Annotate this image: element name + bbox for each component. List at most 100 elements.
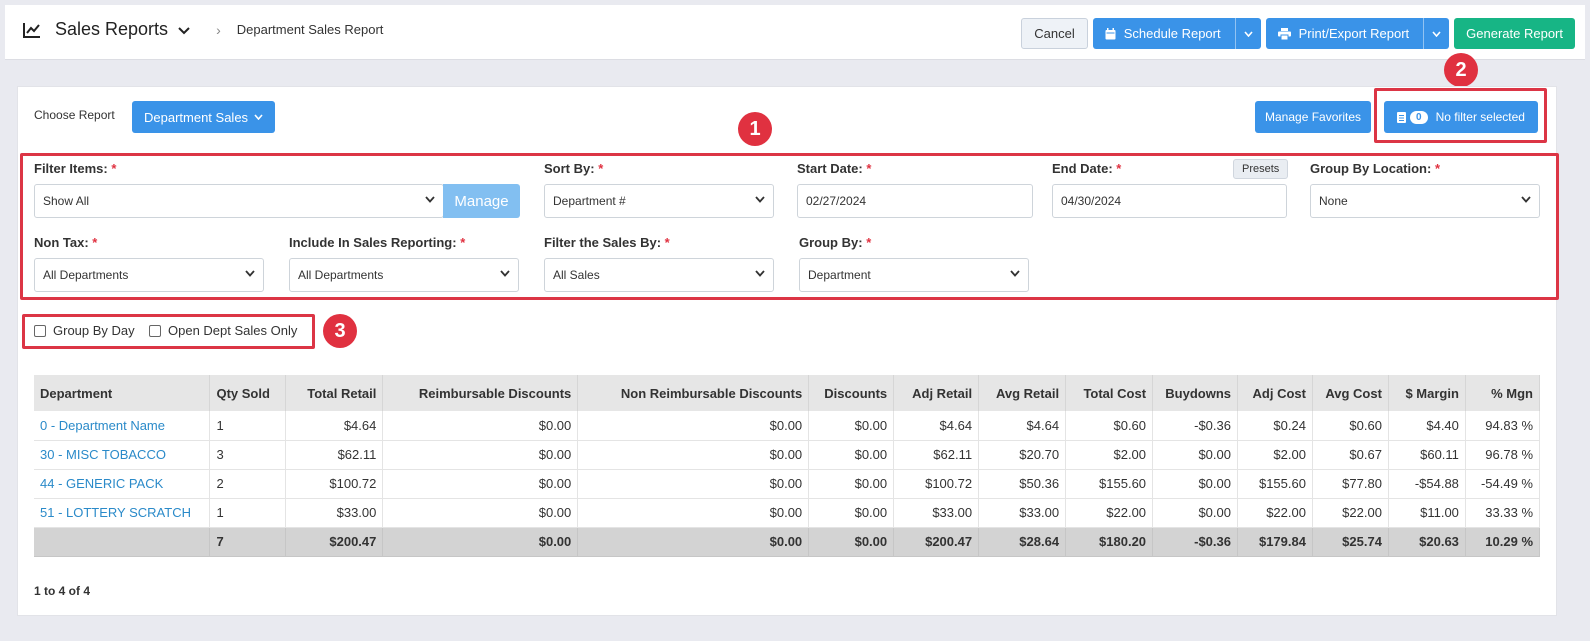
presets-button[interactable]: Presets	[1233, 159, 1289, 179]
chevron-down-icon[interactable]	[178, 24, 190, 36]
department-link[interactable]: 30 - MISC TOBACCO	[34, 440, 211, 470]
department-link[interactable]: 51 - LOTTERY SCRATCH	[34, 498, 211, 528]
chevron-down-icon	[755, 270, 765, 277]
column-header[interactable]: Non Reimbursable Discounts	[577, 375, 810, 411]
table-cell: $4.40	[1388, 411, 1466, 441]
generate-report-button[interactable]: Generate Report	[1454, 18, 1575, 49]
table-cell: $2.00	[1237, 440, 1313, 470]
schedule-report-dropdown[interactable]	[1234, 18, 1261, 49]
table-cell: -$0.36	[1152, 411, 1238, 441]
table-cell: $22.00	[1237, 498, 1313, 528]
column-header[interactable]: Total Retail	[285, 375, 384, 411]
group-by-day-checkbox[interactable]	[34, 324, 46, 337]
sort-by-select[interactable]: Department #	[544, 184, 774, 218]
column-header[interactable]: Buydowns	[1152, 375, 1238, 411]
table-cell: $0.00	[1152, 498, 1238, 528]
print-export-button[interactable]: Print/Export Report	[1265, 18, 1424, 49]
chevron-down-icon	[500, 270, 510, 277]
schedule-report-button[interactable]: Schedule Report	[1092, 18, 1235, 49]
table-cell: $22.00	[1065, 498, 1154, 528]
page-title: Sales Reports	[55, 19, 169, 39]
table-header-row: Department Qty Sold Total Retail Reimbur…	[34, 375, 1541, 411]
start-date-input[interactable]: 02/27/2024	[797, 184, 1033, 218]
non-tax-select[interactable]: All Departments	[34, 258, 264, 292]
filter-items-select[interactable]: Show All	[34, 184, 444, 218]
total-cell: $28.64	[978, 527, 1067, 557]
column-header[interactable]: Discounts	[808, 375, 895, 411]
choose-report-label: Choose Report	[34, 108, 115, 122]
manage-filter-button[interactable]: Manage	[443, 184, 520, 218]
table-cell: $0.00	[577, 411, 810, 441]
table-cell: $33.00	[285, 498, 384, 528]
totals-row: 7 $200.47 $0.00 $0.00 $0.00 $200.47 $28.…	[34, 527, 1541, 557]
table-row: 0 - Department Name 1 $4.64 $0.00 $0.00 …	[34, 411, 1541, 441]
column-header[interactable]: Department	[34, 375, 211, 411]
column-header[interactable]: Qty Sold	[209, 375, 287, 411]
column-header[interactable]: Total Cost	[1065, 375, 1154, 411]
column-header[interactable]: Avg Retail	[978, 375, 1067, 411]
schedule-report-split: Schedule Report	[1092, 18, 1261, 49]
table-cell: $0.67	[1312, 440, 1389, 470]
total-cell: 7	[209, 527, 287, 557]
filter-sales-by-select[interactable]: All Sales	[544, 258, 774, 292]
chevron-down-icon	[245, 270, 255, 277]
total-cell: $25.74	[1312, 527, 1389, 557]
table-cell: $4.64	[285, 411, 384, 441]
sort-by-label: Sort By: *	[544, 161, 604, 176]
table-cell: 2	[209, 469, 287, 499]
table-cell: $33.00	[978, 498, 1067, 528]
open-dept-only-checkbox[interactable]	[149, 324, 161, 337]
table-cell: $100.72	[285, 469, 384, 499]
column-header[interactable]: Adj Retail	[893, 375, 980, 411]
title-area: Sales Reports › Department Sales Report	[23, 19, 383, 40]
sales-report-table: Department Qty Sold Total Retail Reimbur…	[34, 375, 1541, 557]
filter-selector-label: No filter selected	[1435, 110, 1525, 124]
table-cell: $22.00	[1312, 498, 1389, 528]
column-header[interactable]: Reimbursable Discounts	[382, 375, 579, 411]
report-select-label: Department Sales	[144, 109, 249, 125]
line-chart-icon	[23, 22, 40, 38]
cancel-button[interactable]: Cancel	[1021, 18, 1088, 49]
group-by-label: Group By: *	[799, 235, 872, 250]
total-cell: $179.84	[1237, 527, 1313, 557]
table-cell: 1	[209, 498, 287, 528]
table-cell: 94.83 %	[1465, 411, 1541, 441]
manage-favorites-button[interactable]: Manage Favorites	[1255, 101, 1372, 133]
group-by-location-select[interactable]: None	[1310, 184, 1540, 218]
table-cell: $0.00	[577, 469, 810, 499]
table-cell: -54.49 %	[1465, 469, 1541, 499]
group-by-day-option[interactable]: Group By Day	[34, 323, 135, 338]
open-dept-only-option[interactable]: Open Dept Sales Only	[149, 323, 297, 338]
end-date-input[interactable]: 04/30/2024	[1052, 184, 1287, 218]
report-select-button[interactable]: Department Sales	[132, 101, 276, 133]
department-link[interactable]: 0 - Department Name	[34, 411, 211, 441]
total-cell: $0.00	[577, 527, 810, 557]
table-cell: 96.78 %	[1465, 440, 1541, 470]
column-header[interactable]: Avg Cost	[1312, 375, 1389, 411]
table-cell: $0.60	[1065, 411, 1154, 441]
table-cell: $0.24	[1237, 411, 1313, 441]
department-link[interactable]: 44 - GENERIC PACK	[34, 469, 211, 499]
non-tax-label: Non Tax: *	[34, 235, 98, 250]
chevron-down-icon	[1010, 270, 1020, 277]
chevron-down-icon	[1244, 30, 1253, 37]
column-header[interactable]: Adj Cost	[1237, 375, 1313, 411]
filter-selector-button[interactable]: 0 No filter selected	[1384, 101, 1538, 133]
column-header[interactable]: % Mgn	[1465, 375, 1541, 411]
group-by-location-label: Group By Location: *	[1310, 161, 1441, 176]
filter-sales-by-label: Filter the Sales By: *	[544, 235, 670, 250]
table-cell: $155.60	[1237, 469, 1313, 499]
print-export-split: Print/Export Report	[1265, 18, 1450, 49]
header-actions: Cancel Schedule Report Print/Export Repo…	[1021, 18, 1575, 49]
end-date-label: End Date: *	[1052, 161, 1122, 176]
table-cell: $0.00	[808, 469, 895, 499]
calendar-icon	[1105, 27, 1116, 39]
annotation-marker-2: 2	[1444, 53, 1478, 87]
print-export-label: Print/Export Report	[1298, 26, 1410, 41]
column-header[interactable]: $ Margin	[1388, 375, 1466, 411]
table-cell: $4.64	[978, 411, 1067, 441]
include-in-sales-select[interactable]: All Departments	[289, 258, 519, 292]
group-by-select[interactable]: Department	[799, 258, 1029, 292]
chevron-down-icon	[254, 114, 263, 120]
print-export-dropdown[interactable]	[1423, 18, 1450, 49]
